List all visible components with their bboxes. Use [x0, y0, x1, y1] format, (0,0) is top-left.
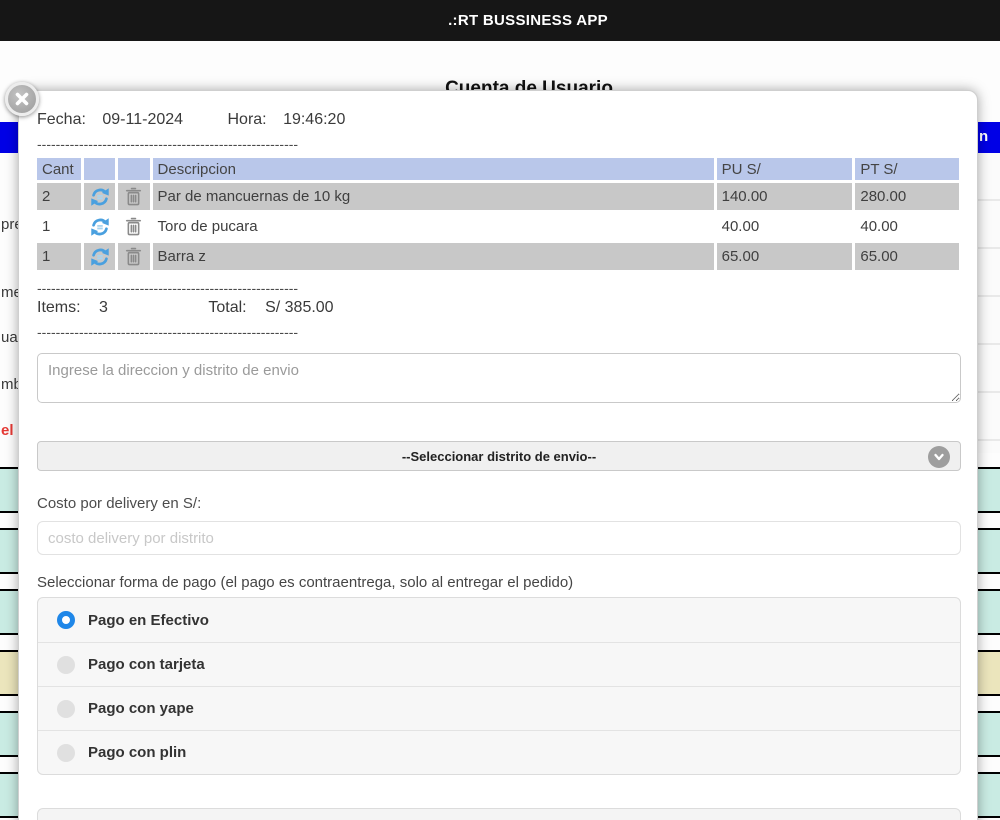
payment-option-label: Pago con tarjeta	[88, 656, 205, 673]
cart-row: 1Toro de pucara40.0040.00	[37, 213, 959, 240]
qty-cell: 1	[37, 213, 81, 240]
payment-option-label: Pago con plin	[88, 744, 186, 761]
payment-option-label: Pago con yape	[88, 700, 194, 717]
close-icon[interactable]	[5, 82, 39, 116]
payment-section-label: Seleccionar forma de pago (el pago es co…	[37, 574, 959, 591]
qty-cell: 1	[37, 243, 81, 270]
date-label: Fecha:	[37, 111, 86, 128]
cart-row: 1Barra z65.0065.00	[37, 243, 959, 270]
cart-col-header-3: Descripcion	[153, 158, 714, 180]
total-label: Total:	[208, 299, 246, 316]
district-select[interactable]: --Seleccionar distrito de envio--	[37, 441, 961, 471]
unit-price-cell: 65.00	[717, 243, 853, 270]
radio-unselected-icon[interactable]	[57, 656, 75, 674]
items-label: Items:	[37, 299, 81, 316]
trash-icon[interactable]	[118, 183, 149, 210]
total-price-cell: 65.00	[855, 243, 959, 270]
delivery-cost-input[interactable]	[37, 521, 961, 555]
sync-icon[interactable]	[84, 183, 115, 210]
time-value: 19:46:20	[283, 111, 345, 128]
separator-line: ----------------------------------------…	[37, 281, 959, 295]
date-time-row: Fecha: 09-11-2024 Hora: 19:46:20	[37, 111, 959, 129]
qty-cell: 2	[37, 183, 81, 210]
total-price-cell: 280.00	[855, 183, 959, 210]
total-price-cell: 40.00	[855, 213, 959, 240]
trash-icon[interactable]	[118, 243, 149, 270]
unit-price-cell: 140.00	[717, 183, 853, 210]
radio-selected-icon[interactable]	[57, 611, 75, 629]
address-input[interactable]	[37, 353, 961, 403]
sync-icon[interactable]	[84, 243, 115, 270]
cart-table: Cant DescripcionPU S/PT S/ 2 Par de mancue…	[34, 155, 962, 273]
payment-options-list: Pago en Efectivo Pago con tarjeta Pago con…	[37, 597, 961, 775]
sync-icon[interactable]	[84, 213, 115, 240]
chevron-down-icon	[928, 446, 950, 468]
order-modal: Fecha: 09-11-2024 Hora: 19:46:20 -------…	[18, 90, 978, 820]
payment-option[interactable]: Pago con plin	[38, 730, 960, 774]
unit-price-cell: 40.00	[717, 213, 853, 240]
cart-col-header-2	[118, 158, 149, 180]
time-label: Hora:	[227, 111, 266, 128]
total-value: S/ 385.00	[265, 299, 334, 316]
cart-row: 2 Par de mancuernas de 10 kg140.00280.00	[37, 183, 959, 210]
background-red-link-fragment: el	[1, 422, 14, 439]
items-total-row: Items: 3 Total: S/ 385.00	[37, 299, 959, 317]
cart-col-header-4: PU S/	[717, 158, 853, 180]
payment-option-label: Pago en Efectivo	[88, 612, 209, 629]
radio-unselected-icon[interactable]	[57, 700, 75, 718]
payment-option[interactable]: Pago en Efectivo	[38, 598, 960, 642]
payment-option[interactable]: Pago con yape	[38, 686, 960, 730]
description-cell: Toro de pucara	[153, 213, 714, 240]
items-count: 3	[99, 299, 108, 316]
cart-col-header-5: PT S/	[855, 158, 959, 180]
app-header: .:RT BUSSINESS APP	[0, 0, 1000, 41]
submit-order-button[interactable]: Enviar pedido	[37, 808, 961, 820]
description-cell: Barra z	[153, 243, 714, 270]
separator-line: ----------------------------------------…	[37, 325, 959, 339]
district-select-value: --Seleccionar distrito de envio--	[402, 449, 596, 464]
cart-col-header-0: Cant	[37, 158, 81, 180]
date-value: 09-11-2024	[102, 111, 183, 128]
blue-button-text-fragment: n	[979, 128, 988, 145]
payment-option[interactable]: Pago con tarjeta	[38, 642, 960, 686]
delivery-cost-label: Costo por delivery en S/:	[37, 495, 959, 512]
cart-table-header-row: Cant DescripcionPU S/PT S/	[37, 158, 959, 180]
app-title: .:RT BUSSINESS APP	[0, 0, 1000, 41]
description-cell: Par de mancuernas de 10 kg	[153, 183, 714, 210]
cart-col-header-1	[84, 158, 115, 180]
radio-unselected-icon[interactable]	[57, 744, 75, 762]
separator-line: ----------------------------------------…	[37, 137, 959, 151]
trash-icon[interactable]	[118, 213, 149, 240]
